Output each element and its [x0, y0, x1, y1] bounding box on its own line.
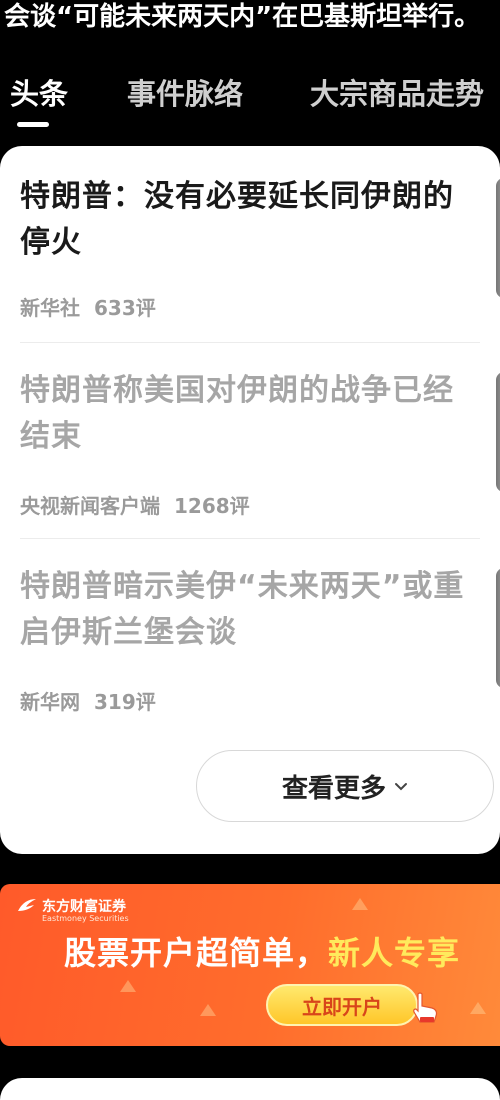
ad-banner[interactable]: 东方财富证券 Eastmoney Securities 股票开户超简单，新人专享… — [0, 884, 500, 1046]
open-account-button[interactable]: 立即开户 — [266, 984, 418, 1026]
brand-logo: 东方财富证券 — [16, 896, 126, 916]
ad-headline-main: 股票开户超简单， — [64, 934, 329, 972]
tab-bar: 头条 事件脉络 大宗商品走势 — [0, 68, 500, 128]
news-meta: 新华社 633评 — [20, 292, 156, 321]
decor-arrow-icon — [352, 898, 368, 910]
news-item[interactable]: 特朗普称美国对伊朗的战争已经结束 央视新闻客户端 1268评 — [0, 368, 500, 564]
brand-name-en: Eastmoney Securities — [42, 914, 129, 923]
news-comment-count: 633评 — [94, 296, 156, 320]
news-item[interactable]: 特朗普：没有必要延长同伊朗的停火 新华社 633评 — [0, 174, 500, 370]
news-thumbnail[interactable] — [496, 372, 500, 492]
next-card — [0, 1078, 500, 1100]
news-meta: 央视新闻客户端 1268评 — [20, 490, 250, 519]
tab-headlines[interactable]: 头条 — [10, 74, 68, 114]
view-more-label: 查看更多 — [281, 773, 386, 804]
news-meta: 新华网 319评 — [20, 686, 156, 715]
news-title[interactable]: 特朗普暗示美伊“未来两天”或重启伊斯兰堡会谈 — [20, 564, 472, 656]
news-comment-count: 319评 — [94, 690, 156, 714]
decor-arrow-icon — [470, 1002, 486, 1014]
divider — [20, 342, 480, 343]
news-comment-count: 1268评 — [174, 494, 250, 518]
chevron-down-icon — [394, 777, 408, 796]
ad-headline-highlight: 新人专享 — [328, 934, 461, 972]
tab-commodity-trends[interactable]: 大宗商品走势 — [310, 74, 484, 114]
decor-arrow-icon — [120, 980, 136, 992]
news-item[interactable]: 特朗普暗示美伊“未来两天”或重启伊斯兰堡会谈 新华网 319评 — [0, 564, 500, 760]
view-more-button[interactable]: 查看更多 — [196, 750, 494, 822]
news-card: 特朗普：没有必要延长同伊朗的停火 新华社 633评 特朗普称美国对伊朗的战争已经结… — [0, 146, 500, 854]
news-thumbnail[interactable] — [496, 568, 500, 688]
news-source: 新华社 — [20, 296, 80, 320]
ad-headline: 股票开户超简单，新人专享 — [64, 928, 460, 974]
news-title[interactable]: 特朗普称美国对伊朗的战争已经结束 — [20, 368, 472, 460]
divider — [20, 538, 480, 539]
news-title[interactable]: 特朗普：没有必要延长同伊朗的停火 — [20, 174, 472, 266]
tab-event-timeline[interactable]: 事件脉络 — [127, 74, 243, 114]
brand-name: 东方财富证券 — [42, 899, 126, 915]
brand-logo-icon — [18, 899, 36, 911]
news-source: 央视新闻客户端 — [20, 494, 160, 518]
news-source: 新华网 — [20, 690, 80, 714]
decor-arrow-icon — [200, 1004, 216, 1016]
pointing-hand-icon — [413, 992, 438, 1023]
headline-ticker[interactable]: 会谈“可能未来两天内”在巴基斯坦举行。 — [0, 0, 500, 42]
active-tab-indicator — [17, 122, 49, 127]
news-thumbnail[interactable] — [496, 178, 500, 298]
